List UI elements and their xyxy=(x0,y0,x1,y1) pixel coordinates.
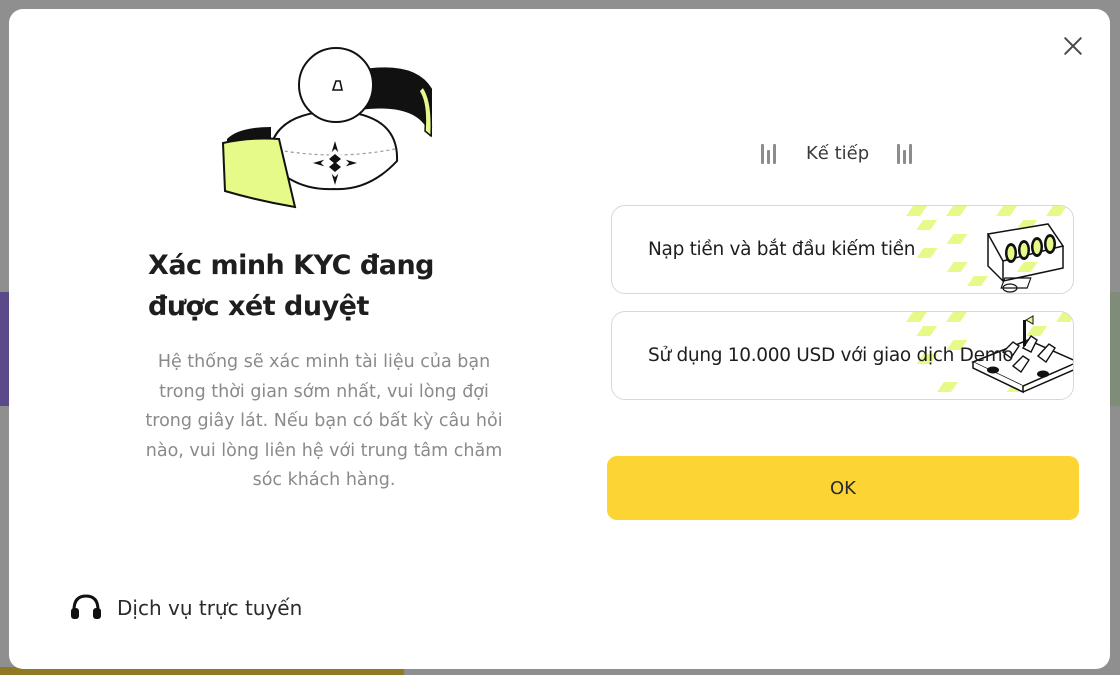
online-support-label: Dịch vụ trực tuyến xyxy=(117,596,303,620)
kyc-review-modal: Xác minh KYC đang được xét duyệt Hệ thốn… xyxy=(9,9,1110,669)
demo-trading-card-label: Sử dụng 10.000 USD với giao dịch Demo xyxy=(648,345,1014,366)
close-icon[interactable] xyxy=(1062,35,1084,57)
next-section-header: Kế tiếp xyxy=(761,143,913,164)
left-bars-icon xyxy=(761,143,776,164)
ok-button[interactable]: OK xyxy=(607,456,1079,520)
headset-icon xyxy=(71,594,101,619)
next-label: Kế tiếp xyxy=(806,143,870,164)
right-bars-icon xyxy=(897,143,913,164)
demo-trading-card[interactable]: Sử dụng 10.000 USD với giao dịch Demo xyxy=(611,311,1074,400)
deposit-card-label: Nạp tiền và bắt đầu kiếm tiền xyxy=(648,239,916,260)
kyc-user-illustration xyxy=(221,47,433,209)
online-support-link[interactable]: Dịch vụ trực tuyến xyxy=(69,593,302,623)
description-text: Hệ thống sẽ xác minh tài liệu của bạn tr… xyxy=(145,352,503,490)
page-title: Xác minh KYC đang được xét duyệt xyxy=(148,250,435,322)
deposit-card[interactable]: Nạp tiền và bắt đầu kiếm tiền xyxy=(611,205,1074,294)
